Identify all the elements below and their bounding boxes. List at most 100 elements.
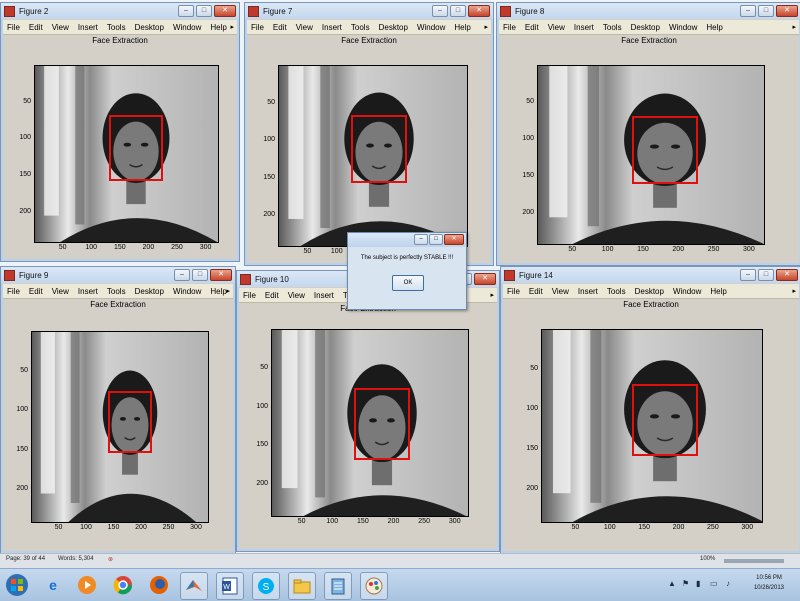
menu-insert[interactable]: Insert <box>78 287 98 296</box>
battery-icon[interactable]: ▭ <box>710 579 718 588</box>
tray-arrow-icon[interactable]: ▲ <box>668 579 676 588</box>
menu-tools[interactable]: Tools <box>107 23 126 32</box>
close-button[interactable]: ✕ <box>776 5 798 17</box>
menu-view[interactable]: View <box>52 287 69 296</box>
figure-titlebar[interactable]: Figure 2 – □ ✕ <box>1 3 239 19</box>
dialog-close-button[interactable]: ✕ <box>444 234 464 245</box>
menu-insert[interactable]: Insert <box>322 23 342 32</box>
menu-desktop[interactable]: Desktop <box>379 23 408 32</box>
menu-insert[interactable]: Insert <box>78 23 98 32</box>
figure-window-7[interactable]: Figure 7 – □ ✕ File Edit View Insert Tools Desk… <box>244 2 494 266</box>
word-icon[interactable]: W <box>216 572 244 600</box>
minimize-button[interactable]: – <box>174 269 190 281</box>
system-clock[interactable]: 10:56 PM 10/26/2013 <box>754 573 784 593</box>
menu-help[interactable]: Help <box>454 23 470 32</box>
menu-desktop[interactable]: Desktop <box>135 287 164 296</box>
menu-window[interactable]: Window <box>669 23 697 32</box>
menu-tools[interactable]: Tools <box>107 287 126 296</box>
menu-help[interactable]: Help <box>710 287 726 296</box>
figure-titlebar[interactable]: Figure 8 – □ ✕ <box>497 3 800 19</box>
maximize-button[interactable]: □ <box>192 269 208 281</box>
proofing-icon[interactable]: ⊗ <box>108 556 113 563</box>
menu-overflow-icon[interactable]: ▸ <box>226 287 230 295</box>
media-player-icon[interactable] <box>74 572 100 598</box>
menu-overflow-icon[interactable]: ▸ <box>792 287 796 295</box>
menu-view[interactable]: View <box>548 23 565 32</box>
figure-window-2[interactable]: Figure 2 – □ ✕ File Edit View Insert Tools Desk… <box>0 2 240 262</box>
menu-view[interactable]: View <box>296 23 313 32</box>
figure-titlebar[interactable]: Figure 14 – □ ✕ <box>501 267 800 283</box>
menu-window[interactable]: Window <box>417 23 445 32</box>
menu-insert[interactable]: Insert <box>578 287 598 296</box>
menu-overflow-icon[interactable]: ▸ <box>792 23 796 31</box>
folder-icon[interactable] <box>288 572 316 600</box>
maximize-button[interactable]: □ <box>196 5 212 17</box>
menu-help[interactable]: Help <box>210 23 226 32</box>
close-button[interactable]: ✕ <box>776 269 798 281</box>
menu-file[interactable]: File <box>7 287 20 296</box>
menu-file[interactable]: File <box>251 23 264 32</box>
zoom-slider[interactable] <box>724 559 784 563</box>
close-button[interactable]: ✕ <box>468 5 490 17</box>
figure-window-14[interactable]: Figure 14 – □ ✕ File Edit View Insert Tools Des… <box>500 266 800 554</box>
matlab-icon[interactable] <box>180 572 208 600</box>
ok-button[interactable]: OK <box>392 275 424 291</box>
dialog-maximize-button[interactable]: □ <box>429 234 443 245</box>
menu-view[interactable]: View <box>552 287 569 296</box>
menu-tools[interactable]: Tools <box>607 287 626 296</box>
network-icon[interactable]: ▮ <box>696 579 700 588</box>
menu-edit[interactable]: Edit <box>29 23 43 32</box>
menu-view[interactable]: View <box>52 23 69 32</box>
minimize-button[interactable]: – <box>432 5 448 17</box>
zoom-level[interactable]: 100% <box>700 556 715 562</box>
windows-start-icon[interactable] <box>4 572 30 598</box>
figure-window-8[interactable]: Figure 8 – □ ✕ File Edit View Insert Tools Desk… <box>496 2 800 266</box>
menu-file[interactable]: File <box>7 23 20 32</box>
menu-help[interactable]: Help <box>706 23 722 32</box>
menu-view[interactable]: View <box>288 291 305 300</box>
figure-titlebar[interactable]: Figure 9 – □ ✕ <box>1 267 235 283</box>
menu-desktop[interactable]: Desktop <box>135 23 164 32</box>
maximize-button[interactable]: □ <box>758 5 774 17</box>
menu-window[interactable]: Window <box>673 287 701 296</box>
volume-icon[interactable]: ♪ <box>726 579 730 588</box>
menu-overflow-icon[interactable]: ▸ <box>490 291 494 299</box>
menu-insert[interactable]: Insert <box>314 291 334 300</box>
menu-window[interactable]: Window <box>173 23 201 32</box>
close-button[interactable]: ✕ <box>214 5 236 17</box>
paint-icon[interactable] <box>360 572 388 600</box>
minimize-button[interactable]: – <box>740 269 756 281</box>
maximize-button[interactable]: □ <box>758 269 774 281</box>
menu-insert[interactable]: Insert <box>574 23 594 32</box>
menu-edit[interactable]: Edit <box>529 287 543 296</box>
minimize-button[interactable]: – <box>178 5 194 17</box>
skype-icon[interactable]: S <box>252 572 280 600</box>
menu-file[interactable]: File <box>243 291 256 300</box>
firefox-icon[interactable] <box>146 572 172 598</box>
notepad-icon[interactable] <box>324 572 352 600</box>
menu-desktop[interactable]: Desktop <box>631 23 660 32</box>
figure-window-10[interactable]: Figure 10– □ ✕FileEditViewInsertToolsDes… <box>236 270 500 552</box>
minimize-button[interactable]: – <box>740 5 756 17</box>
flag-icon[interactable]: ⚑ <box>682 579 689 588</box>
menu-help[interactable]: Help <box>210 287 226 296</box>
menu-edit[interactable]: Edit <box>273 23 287 32</box>
menu-overflow-icon[interactable]: ▸ <box>484 23 488 31</box>
menu-edit[interactable]: Edit <box>525 23 539 32</box>
maximize-button[interactable]: □ <box>450 5 466 17</box>
menu-overflow-icon[interactable]: ▸ <box>230 23 234 31</box>
chrome-icon[interactable] <box>110 572 136 598</box>
menu-tools[interactable]: Tools <box>603 23 622 32</box>
menu-tools[interactable]: Tools <box>351 23 370 32</box>
menu-edit[interactable]: Edit <box>29 287 43 296</box>
close-button[interactable]: ✕ <box>474 273 496 285</box>
menu-window[interactable]: Window <box>173 287 201 296</box>
figure-window-9[interactable]: Figure 9 – □ ✕ File Edit View Insert Tools Desk… <box>0 266 236 554</box>
close-button[interactable]: ✕ <box>210 269 232 281</box>
figure-titlebar[interactable]: Figure 7 – □ ✕ <box>245 3 493 19</box>
ie-icon[interactable]: e <box>40 572 66 598</box>
menu-file[interactable]: File <box>503 23 516 32</box>
menu-file[interactable]: File <box>507 287 520 296</box>
menu-desktop[interactable]: Desktop <box>635 287 664 296</box>
menu-edit[interactable]: Edit <box>265 291 279 300</box>
